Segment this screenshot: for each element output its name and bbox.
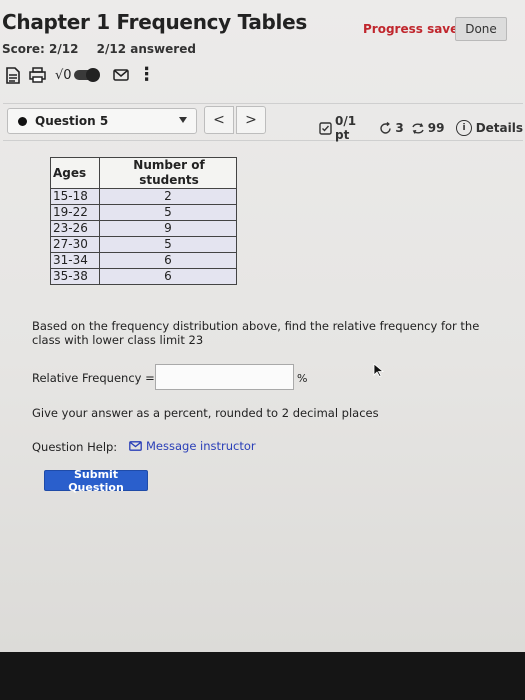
table-header-students: Number of students [99, 157, 237, 189]
toggle-switch[interactable] [73, 68, 100, 82]
mail-icon[interactable] [112, 69, 129, 81]
table-row: 23-26 9 [50, 220, 237, 237]
submit-question-button[interactable]: Submit Question [44, 468, 148, 494]
details-link[interactable]: Details [476, 121, 523, 135]
age-cell: 35-38 [50, 268, 100, 285]
print-icon[interactable] [29, 67, 46, 83]
table-row: 35-38 6 [50, 268, 237, 285]
percent-sign: % [297, 372, 308, 385]
checkbox-icon [319, 121, 332, 135]
message-instructor-link[interactable]: Message instructor [129, 439, 256, 453]
frequency-table: Ages Number of students 15-18 2 19-22 5 … [50, 157, 237, 285]
points-text: 0/1 pt [335, 114, 357, 142]
age-cell: 19-22 [50, 204, 100, 221]
previous-question-button[interactable]: < [204, 106, 234, 134]
question-prompt: Based on the frequency distribution abov… [32, 319, 480, 347]
answer-instructions: Give your answer as a percent, rounded t… [32, 406, 379, 420]
count-cell: 5 [99, 236, 237, 253]
question-bar: Question 5 < > 0/1 pt 3 99 i Details [3, 103, 523, 142]
count-cell: 6 [99, 252, 237, 269]
answered-count: 2/12 answered [96, 42, 196, 56]
age-cell: 15-18 [50, 188, 100, 205]
mouse-cursor-icon [373, 362, 385, 381]
relative-frequency-label: Relative Frequency = [32, 371, 155, 385]
question-select[interactable]: Question 5 [7, 108, 197, 134]
score-text: Score: 2/12 [2, 42, 79, 56]
table-row: 15-18 2 [50, 188, 237, 205]
score-line: Score: 2/12 2/12 answered [2, 42, 196, 56]
retries-count: 99 [427, 121, 445, 135]
mail-icon [129, 441, 142, 451]
done-button[interactable]: Done [455, 17, 507, 41]
bottom-dark-area [0, 652, 525, 700]
message-instructor-label: Message instructor [146, 439, 256, 453]
toolbar: √0 ⋮ [6, 65, 156, 85]
age-cell: 23-26 [50, 220, 100, 237]
count-cell: 5 [99, 204, 237, 221]
count-cell: 2 [99, 188, 237, 205]
question-help-label: Question Help: [32, 440, 118, 454]
info-icon[interactable]: i [456, 120, 472, 136]
sqrt-label: √0 [55, 67, 72, 83]
count-cell: 9 [99, 220, 237, 237]
age-cell: 31-34 [50, 252, 100, 269]
page-title: Chapter 1 Frequency Tables [2, 10, 307, 34]
table-header-ages: Ages [50, 157, 100, 189]
question-stats: 0/1 pt 3 99 i Details [319, 114, 523, 142]
chevron-down-icon [179, 117, 187, 123]
table-row: 19-22 5 [50, 204, 237, 221]
count-cell: 6 [99, 268, 237, 285]
document-icon[interactable] [6, 66, 20, 84]
table-row: 31-34 6 [50, 252, 237, 269]
progress-status: Progress saved [363, 22, 467, 36]
attempts-count: 3 [395, 121, 404, 135]
relative-frequency-input[interactable] [155, 364, 294, 390]
retry-icon [411, 122, 425, 135]
age-cell: 27-30 [50, 236, 100, 253]
question-label: Question 5 [35, 114, 109, 128]
table-row: 27-30 5 [50, 236, 237, 253]
next-question-button[interactable]: > [236, 106, 266, 134]
page-content: Chapter 1 Frequency Tables Progress save… [0, 0, 525, 652]
math-toggle[interactable]: √0 [55, 67, 100, 83]
attempts-icon [379, 121, 392, 135]
question-status-dot [18, 116, 27, 126]
more-options-icon[interactable]: ⋮ [138, 66, 156, 84]
